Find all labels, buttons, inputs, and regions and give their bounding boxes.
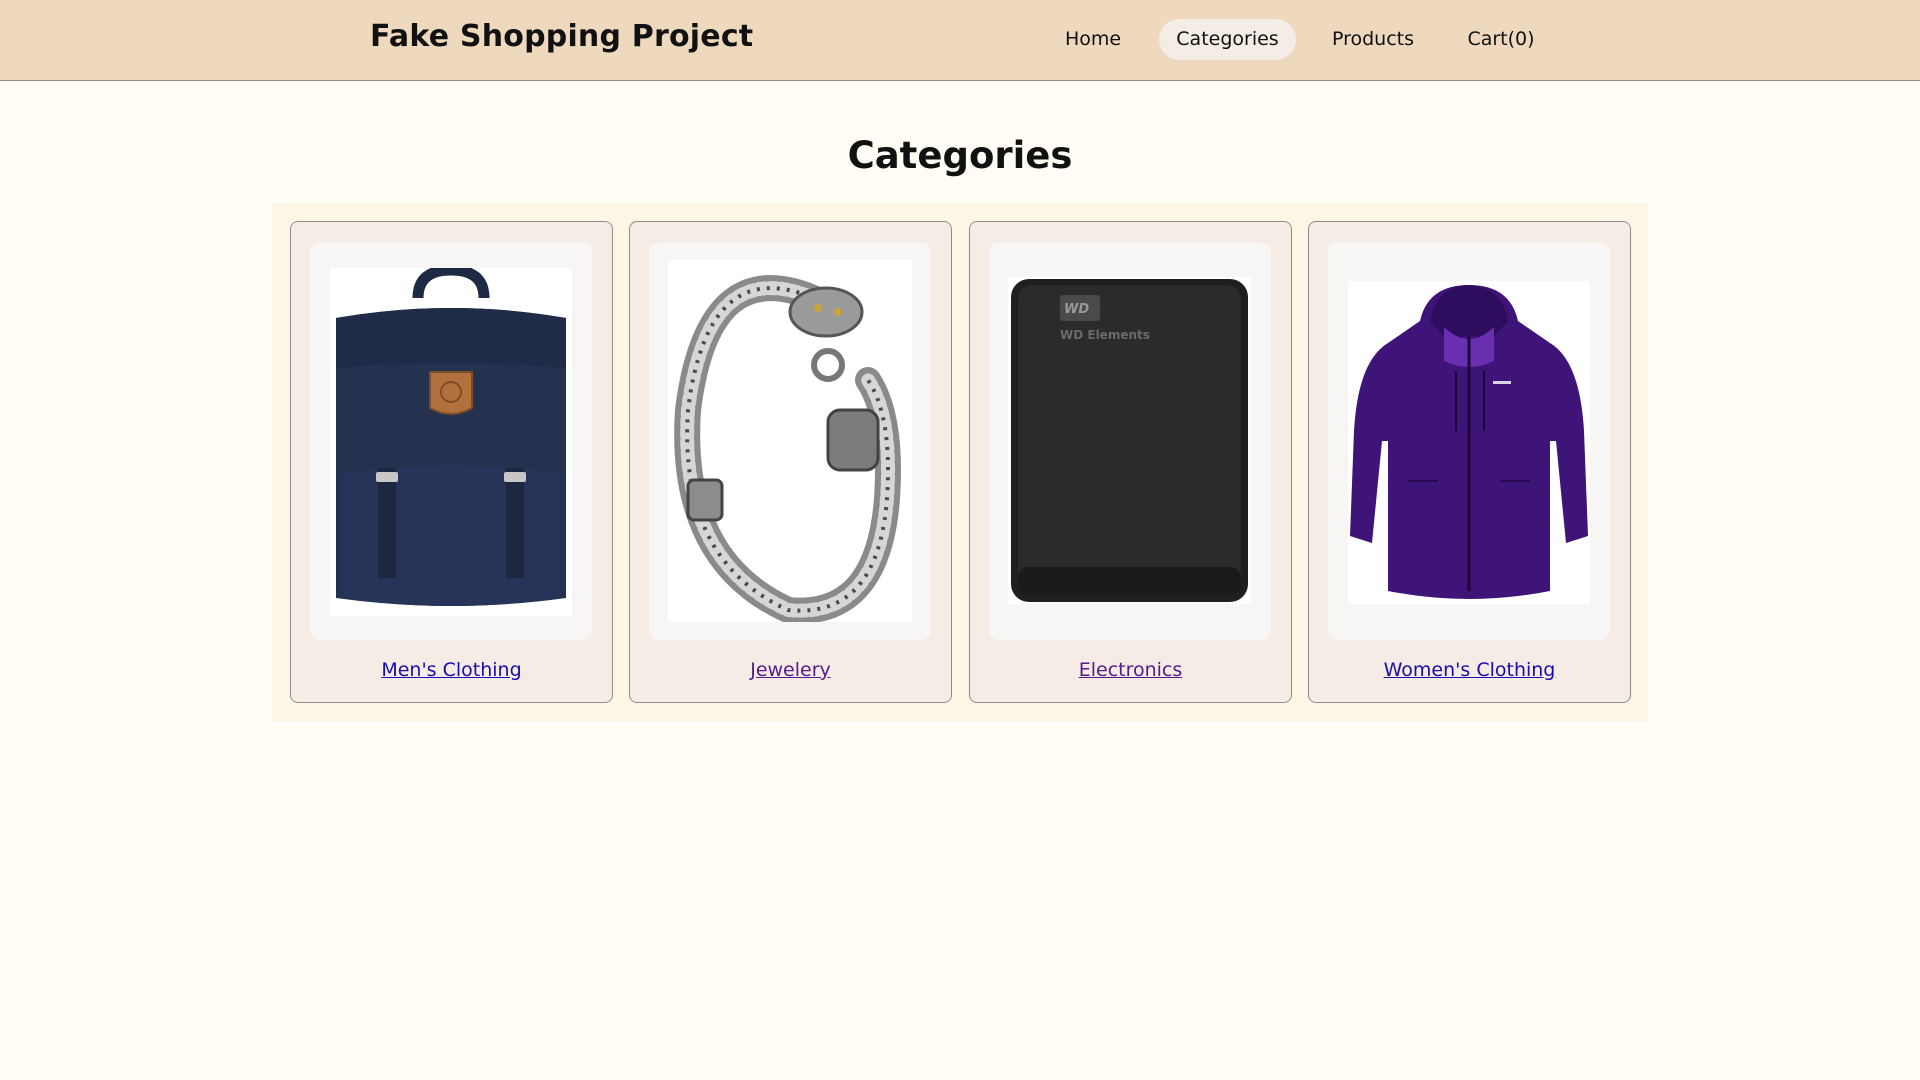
- nav-cart[interactable]: Cart(0): [1450, 19, 1552, 60]
- nav-categories[interactable]: Categories: [1159, 19, 1296, 60]
- site-header: Fake Shopping Project Home Categories Pr…: [0, 0, 1920, 81]
- category-card-electronics: WD WD Elements Electronics: [969, 221, 1292, 703]
- site-brand[interactable]: Fake Shopping Project: [370, 19, 753, 54]
- category-card-womens-clothing: Women's Clothing: [1308, 221, 1631, 703]
- svg-text:WD: WD: [1064, 302, 1089, 317]
- category-link-mens-clothing[interactable]: Men's Clothing: [291, 659, 612, 681]
- hard-drive-image[interactable]: WD WD Elements: [1008, 277, 1251, 604]
- wd-elements-label: WD Elements: [1060, 328, 1150, 342]
- nav-products[interactable]: Products: [1315, 19, 1431, 60]
- category-link-electronics[interactable]: Electronics: [970, 659, 1291, 681]
- jacket-image[interactable]: [1348, 281, 1590, 604]
- category-grid: Men's Clothing Jewelery WD WD Elements E…: [272, 203, 1648, 721]
- page-title: Categories: [847, 134, 1073, 177]
- category-image-frame: [649, 242, 931, 640]
- nav-home[interactable]: Home: [1050, 19, 1136, 60]
- category-card-jewelery: Jewelery: [629, 221, 952, 703]
- category-image-frame: [1328, 242, 1610, 640]
- category-image-frame: [310, 242, 592, 640]
- category-image-frame: WD WD Elements: [989, 242, 1271, 640]
- backpack-image[interactable]: [330, 268, 572, 616]
- bracelet-image[interactable]: [668, 260, 912, 622]
- category-card-mens-clothing: Men's Clothing: [290, 221, 613, 703]
- category-link-jewelery[interactable]: Jewelery: [630, 659, 951, 681]
- category-link-womens-clothing[interactable]: Women's Clothing: [1309, 659, 1630, 681]
